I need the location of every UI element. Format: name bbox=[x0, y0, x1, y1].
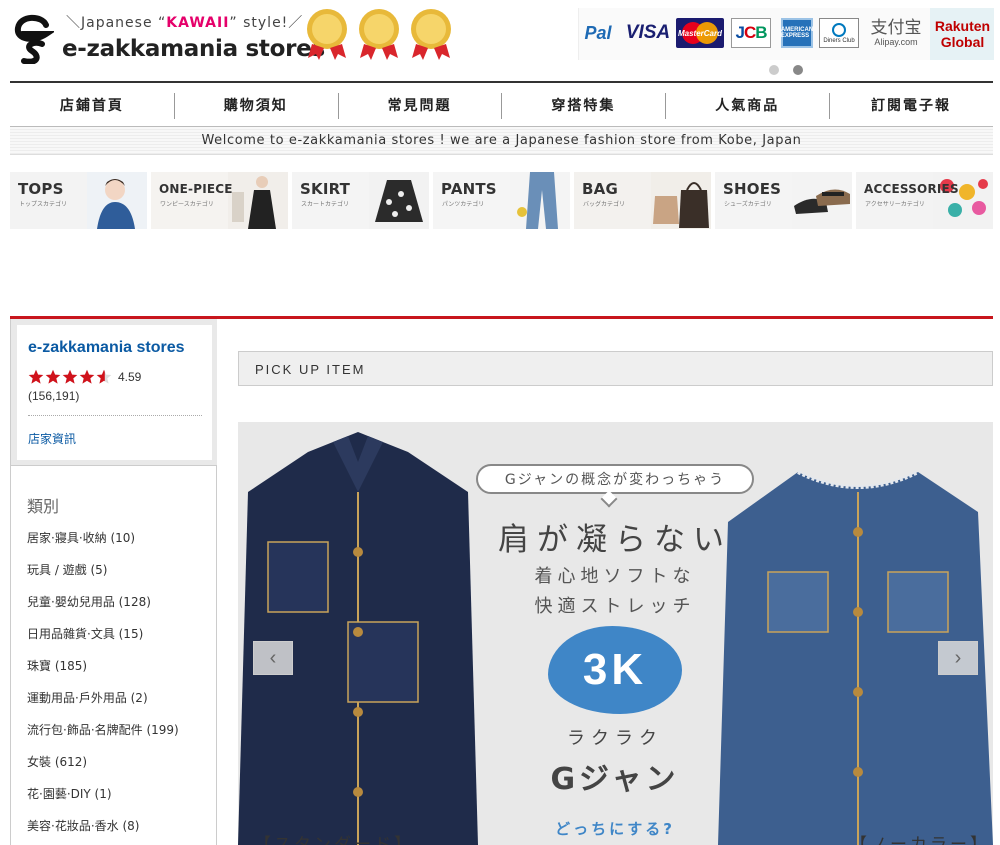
site-logo[interactable]: ＼Japanese “KAWAII” style!／ e-zakkamania … bbox=[10, 8, 325, 68]
carousel-next-button[interactable]: › bbox=[938, 641, 978, 675]
category-title: PANTS bbox=[441, 180, 497, 198]
category-bag[interactable]: BAG バッグカテゴリ bbox=[574, 172, 711, 229]
category-title: ONE-PIECE bbox=[159, 182, 233, 196]
amex-logo: AMERICAN EXPRESS bbox=[781, 18, 813, 48]
alipay-logo: 支付宝 Alipay.com bbox=[870, 18, 922, 48]
shop-info-link[interactable]: 店家資訊 bbox=[28, 430, 76, 447]
category-link[interactable]: 女裝 (612) bbox=[27, 753, 179, 785]
banner-subline-2: 快適ストレッチ bbox=[534, 596, 696, 617]
gold-award-badge-icon bbox=[359, 9, 399, 60]
nav-item-faq[interactable]: 常見問題 bbox=[337, 83, 502, 126]
category-link[interactable]: 玩具 / 遊戲 (5) bbox=[27, 561, 179, 593]
tops-photo bbox=[87, 172, 147, 229]
category-pants[interactable]: PANTS パンツカテゴリ bbox=[433, 172, 570, 229]
rating-stars bbox=[28, 369, 112, 384]
category-link[interactable]: 珠寶 (185) bbox=[27, 657, 179, 689]
pickup-header: PICK UP ITEM bbox=[238, 351, 993, 386]
paypal-logo: Pal bbox=[584, 22, 612, 43]
category-link[interactable]: 流行包·飾品·名牌配件 (199) bbox=[27, 721, 179, 753]
review-count: (156,191) bbox=[28, 389, 80, 403]
carousel-dot[interactable] bbox=[769, 65, 779, 75]
category-subtitle: バッグカテゴリ bbox=[583, 202, 626, 208]
banner-headline: 肩が凝らない bbox=[498, 522, 732, 558]
category-link[interactable]: 花·園藝·DIY (1) bbox=[27, 785, 179, 817]
category-title: TOPS bbox=[18, 180, 64, 198]
promo-banner[interactable]: Gジャンの概念が変わっちゃう 肩が凝らない 着心地ソフトな 快適ストレッチ 3K… bbox=[238, 422, 993, 845]
rating-value: 4.59 bbox=[118, 370, 142, 384]
banner-bubble: Gジャンの概念が変わっちゃう bbox=[476, 464, 754, 494]
category-title: SKIRT bbox=[300, 180, 351, 198]
one-piece-photo bbox=[228, 172, 288, 229]
category-link[interactable]: 日用品雜貨·文具 (15) bbox=[27, 625, 179, 657]
star-icon bbox=[62, 369, 78, 384]
label-standard: 【スタンダード】 bbox=[254, 835, 414, 845]
nav-item-shopping-guide[interactable]: 購物須知 bbox=[173, 83, 338, 126]
category-subtitle: シューズカテゴリ bbox=[724, 202, 772, 208]
main-nav: 店鋪首頁 購物須知 常見問題 穿搭特集 人氣商品 訂閱電子報 bbox=[10, 81, 993, 127]
nav-item-newsletter[interactable]: 訂閱電子報 bbox=[829, 83, 993, 126]
category-title: BAG bbox=[582, 180, 618, 198]
label-no-collar: 【ノーカラー】 bbox=[850, 835, 990, 845]
brand-name: e-zakkamania stores bbox=[62, 36, 325, 62]
shop-name-link[interactable]: e-zakkamania stores bbox=[28, 339, 185, 357]
chevron-left-icon: ‹ bbox=[269, 646, 277, 669]
shoes-photo bbox=[792, 172, 852, 229]
visa-logo: VISA bbox=[625, 22, 671, 43]
bag-photo bbox=[651, 172, 711, 229]
category-subtitle: トップスカテゴリ bbox=[19, 202, 68, 208]
accessories-photo bbox=[933, 172, 993, 229]
carousel-prev-button[interactable]: ‹ bbox=[253, 641, 293, 675]
category-link[interactable]: 兒童·嬰幼兒用品 (128) bbox=[27, 593, 179, 625]
gold-award-badge-icon bbox=[411, 9, 451, 60]
nav-item-styling[interactable]: 穿搭特集 bbox=[501, 83, 665, 126]
diners-club-logo: Diners Club bbox=[819, 18, 859, 48]
category-accessories[interactable]: ACCESSORIES アクセサリーカテゴリ bbox=[856, 172, 993, 229]
carousel-dots bbox=[766, 65, 806, 77]
category-title: ACCESSORIES bbox=[864, 182, 959, 196]
shop-card: e-zakkamania stores 4.59 (156,191) 店家資訊 bbox=[11, 319, 217, 466]
star-icon bbox=[28, 369, 44, 384]
category-title: SHOES bbox=[723, 180, 782, 198]
3k-badge: 3K bbox=[548, 626, 682, 714]
category-subtitle: アクセサリーカテゴリ bbox=[865, 202, 925, 208]
chevron-right-icon: › bbox=[954, 646, 962, 669]
carousel-dot-active[interactable] bbox=[793, 65, 803, 75]
jcb-logo: JCB bbox=[731, 18, 771, 48]
sidebar: e-zakkamania stores 4.59 (156,191) 店家資訊 … bbox=[10, 319, 217, 845]
tagline: ＼Japanese “KAWAII” style!／ bbox=[66, 15, 304, 31]
category-subtitle: パンツカテゴリ bbox=[442, 202, 485, 208]
category-strip: TOPS トップスカテゴリ ONE-PIECE ワンピースカテゴリ SKIRT … bbox=[10, 172, 993, 229]
gold-award-badge-icon bbox=[307, 9, 347, 60]
skirt-photo bbox=[369, 172, 429, 229]
es-logo-icon bbox=[14, 14, 54, 64]
banner-rakuraku: ラクラク bbox=[567, 728, 663, 749]
category-tops[interactable]: TOPS トップスカテゴリ bbox=[10, 172, 147, 229]
category-skirt[interactable]: SKIRT スカートカテゴリ bbox=[292, 172, 429, 229]
banner-which: どっちにする? bbox=[555, 820, 675, 838]
pants-photo bbox=[510, 172, 570, 229]
category-link[interactable]: 美容·花妝品·香水 (8) bbox=[27, 817, 179, 845]
category-subtitle: スカートカテゴリ bbox=[301, 202, 350, 208]
nav-item-popular[interactable]: 人氣商品 bbox=[665, 83, 829, 126]
pickup-title: PICK UP ITEM bbox=[255, 362, 366, 377]
category-link[interactable]: 運動用品·戶外用品 (2) bbox=[27, 689, 179, 721]
nav-item-home[interactable]: 店鋪首頁 bbox=[10, 83, 174, 126]
banner-subline-1: 着心地ソフトな bbox=[534, 566, 696, 587]
category-subtitle: ワンピースカテゴリ bbox=[160, 202, 214, 208]
star-icon bbox=[79, 369, 95, 384]
category-shoes[interactable]: SHOES シューズカテゴリ bbox=[715, 172, 852, 229]
category-one-piece[interactable]: ONE-PIECE ワンピースカテゴリ bbox=[151, 172, 288, 229]
category-link[interactable]: 居家·寢具·收納 (10) bbox=[27, 529, 179, 561]
rakuten-global-logo: Rakuten Global bbox=[930, 8, 994, 60]
category-list: 居家·寢具·收納 (10) 玩具 / 遊戲 (5) 兒童·嬰幼兒用品 (128)… bbox=[27, 529, 179, 845]
payment-methods-carousel: Pal VISA MasterCard JCB AMERICAN EXPRESS… bbox=[578, 8, 994, 60]
welcome-banner: Welcome to e-zakkamania stores ! we are … bbox=[10, 127, 993, 155]
standard-jacket-image bbox=[238, 432, 478, 845]
banner-gjan: Gジャン bbox=[550, 762, 680, 797]
award-badges bbox=[304, 8, 454, 60]
mastercard-logo: MasterCard bbox=[676, 18, 724, 48]
category-heading: 類別 bbox=[27, 499, 60, 516]
star-icon bbox=[45, 369, 61, 384]
